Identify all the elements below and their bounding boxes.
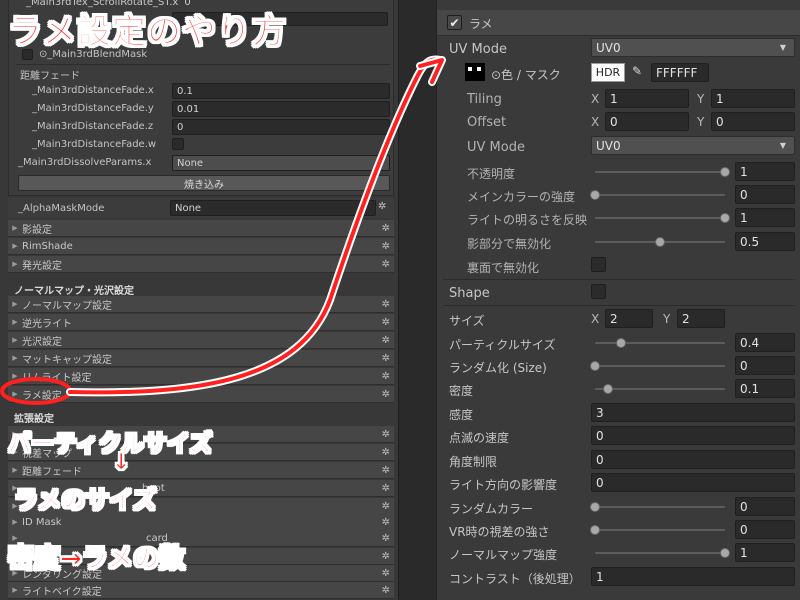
- annotation-density: 密度→ラメの数: [7, 544, 186, 575]
- arrow-outline: [66, 55, 444, 397]
- annotation-down-arrow: ↓: [111, 450, 131, 476]
- annotation-particle-size: パーティクルサイズ: [7, 431, 213, 458]
- annotation-lame-size: ラメのサイズ: [14, 486, 158, 515]
- highlight-ellipse: [0, 377, 72, 405]
- arrow-line: [68, 57, 442, 395]
